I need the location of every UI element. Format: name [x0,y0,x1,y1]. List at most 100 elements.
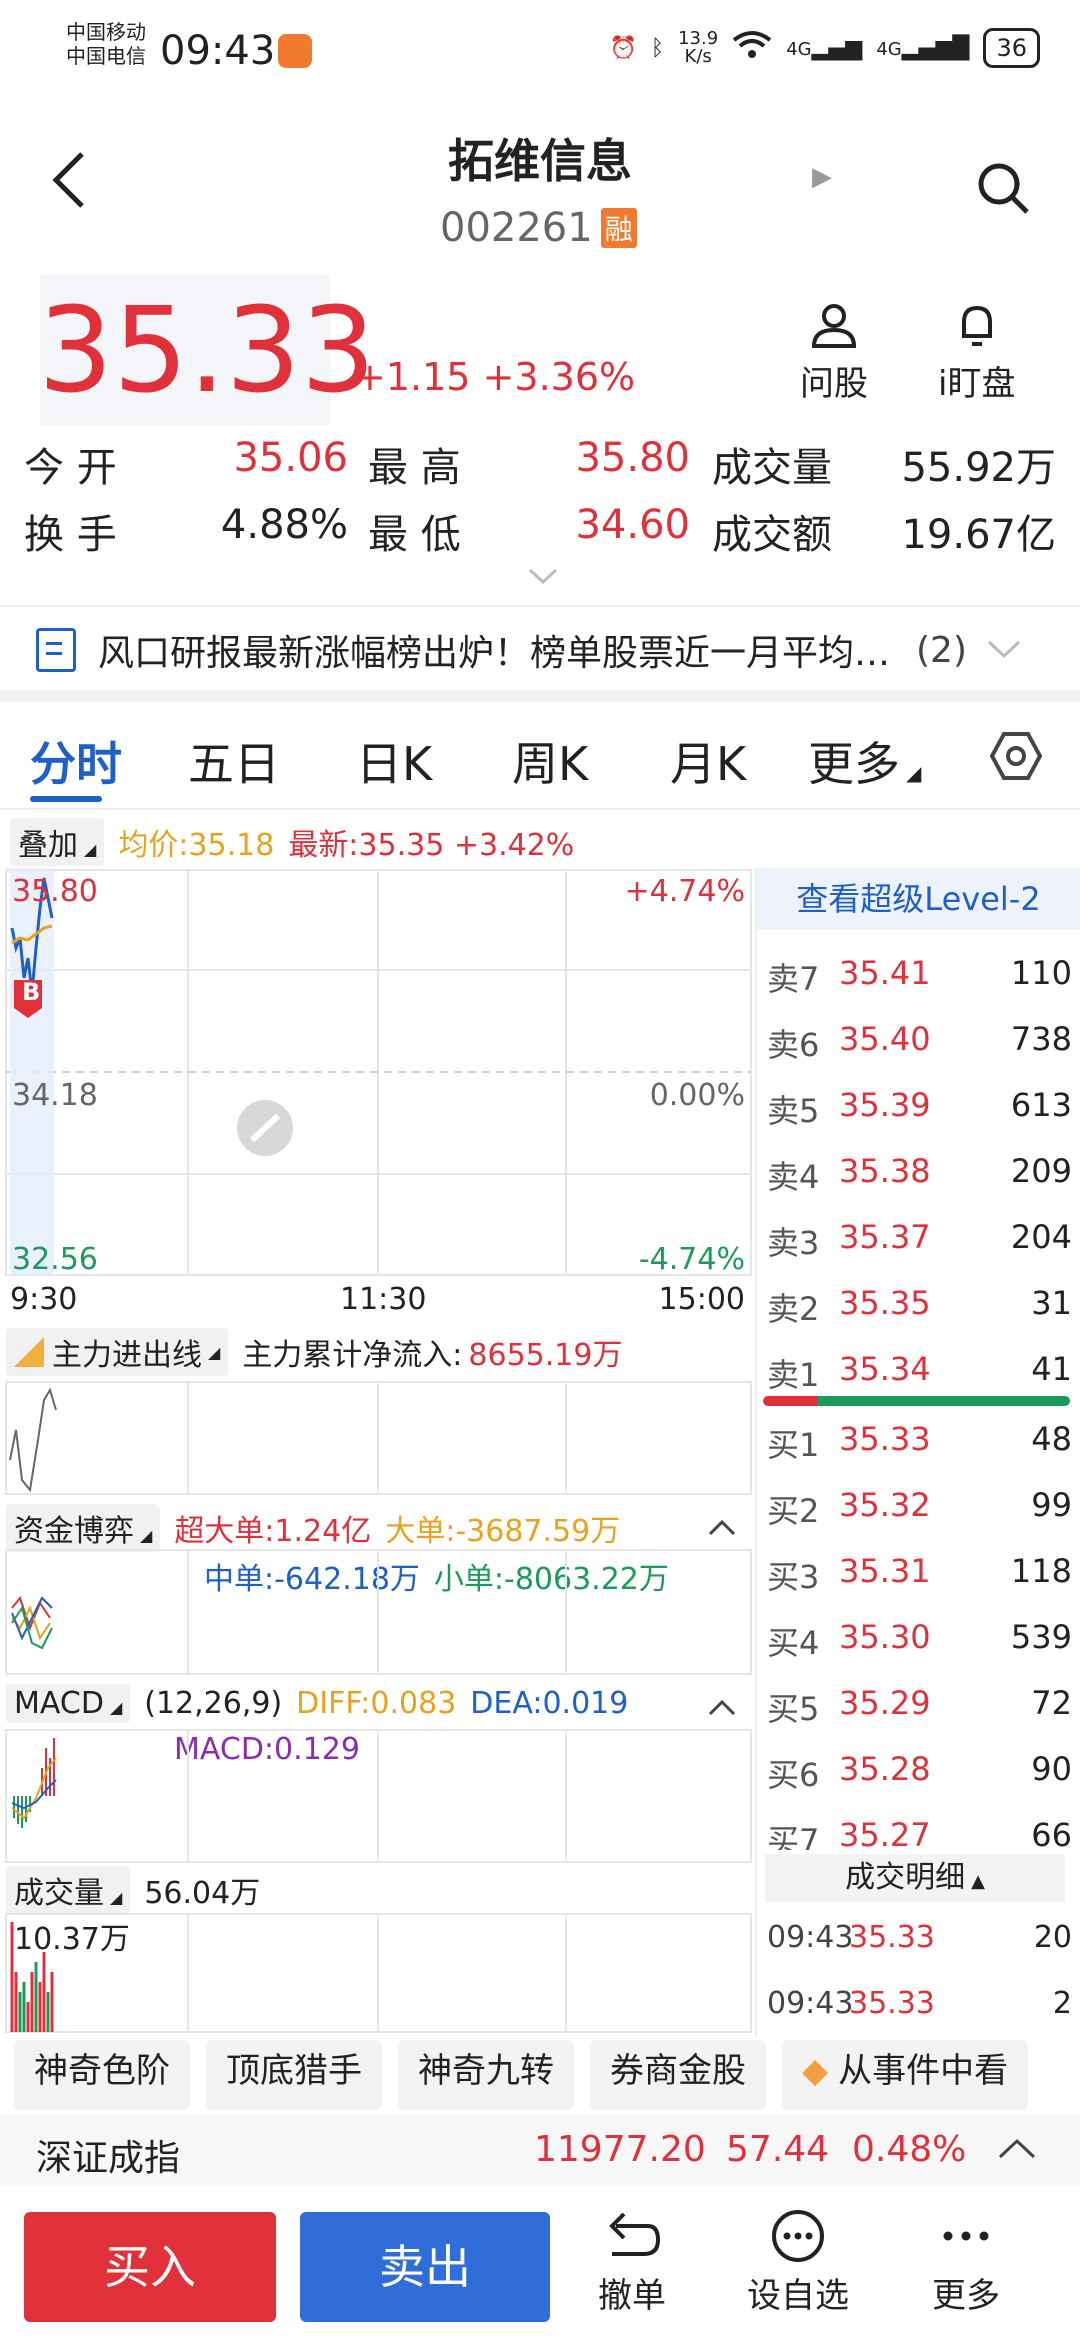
tab-more[interactable]: 更多 ◢ [808,728,921,794]
watch-board-button[interactable]: i盯盘 [938,300,1015,405]
cancel-order-button[interactable]: 撤单 [562,2208,702,2317]
bid-row[interactable]: 买5 35.29 72 [767,1684,1072,1730]
buy-button[interactable]: 买入 [24,2212,276,2322]
collapse-macd-button[interactable] [708,1698,736,1716]
chevron-up-icon[interactable] [998,2137,1036,2161]
watch-board-label: i盯盘 [938,364,1016,404]
tab-monthly-k[interactable]: 月K [670,728,746,794]
level2-button[interactable]: 查看超级Level-2 [757,868,1080,930]
bid-row[interactable]: 买1 35.33 48 [767,1420,1072,1466]
fund-selector[interactable]: 资金博弈 ◢ [6,1504,161,1552]
net-speed: 13.9 K/s [678,28,719,67]
super-large-order: 超大单:1.24亿 [174,1514,372,1549]
tab-five-day[interactable]: 五日 [188,728,280,794]
battery-icon: 36 [983,28,1040,68]
ask-row[interactable]: 卖7 35.41 110 [767,954,1072,1000]
next-stock-arrow[interactable]: ▶ [812,162,832,192]
bid-row[interactable]: 买4 35.30 539 [767,1618,1072,1664]
chevron-down-icon [987,640,1021,659]
search-button[interactable] [975,160,1031,216]
amount-label: 成交额 [712,512,832,558]
main-flow-legend: 主力进出线 ◢ 主力累计净流入: 8655.19万 [6,1328,622,1376]
stock-title: 拓维信息 [448,134,632,188]
settings-icon[interactable] [990,730,1042,782]
divider [755,868,757,2038]
search-icon [978,163,1029,214]
wifi-icon [732,30,772,66]
ask-stock-button[interactable]: 问股 [800,300,868,405]
amount-value: 19.67亿 [901,512,1056,558]
feature-tags: 神奇色阶 顶底猎手 神奇九转 券商金股 ◆ 从事件中看 [0,2040,1080,2110]
bluetooth-icon: ᛒ [650,35,665,61]
carrier-2: 中国电信 [66,44,146,68]
volume-label: 成交量 [712,445,832,491]
volume-value: 55.92万 [901,445,1056,491]
lightning-icon [14,1337,44,1367]
tag-broker-gold-stocks[interactable]: 券商金股 [590,2040,766,2110]
open-value: 35.06 [233,435,348,481]
divider [0,605,1080,607]
overlay-button[interactable]: 叠加 ◢ [10,818,105,866]
current-price: 35.33 [38,281,376,419]
fund-legend: 资金博弈 ◢ 超大单:1.24亿 大单:-3687.59万 [6,1504,620,1552]
news-banner[interactable]: 风口研报最新涨幅榜出炉！榜单股票近一月平均… (2) [36,625,1046,675]
avg-price-label: 均价:35.18 [118,828,275,863]
document-icon [36,628,76,672]
intraday-legend: 叠加 ◢ 均价:35.18 最新:35.35 +3.42% [10,818,574,866]
open-label: 今 开 [24,445,117,491]
volume-max: 10.37万 [14,1922,130,1957]
chart-watermark-icon [237,1100,293,1156]
main-flow-selector[interactable]: 主力进出线 ◢ [6,1328,229,1376]
alarm-icon: ⏰ [609,35,637,61]
latest-price-label: 最新:35.35 +3.42% [288,828,575,863]
macd-params: (12,26,9) [144,1686,283,1721]
trade-detail-header[interactable]: 成交明细 ▲ [765,1854,1065,1902]
tag-nine-turns[interactable]: 神奇九转 [398,2040,574,2110]
tab-intraday[interactable]: 分时 [30,728,122,794]
ask-row[interactable]: 卖4 35.38 209 [767,1152,1072,1198]
ask-row[interactable]: 卖3 35.37 204 [767,1218,1072,1264]
bid-row[interactable]: 买6 35.28 90 [767,1750,1072,1796]
signal-1-icon: 4G▂▄▆ [786,35,863,61]
ask-row[interactable]: 卖6 35.40 738 [767,1020,1072,1066]
add-watchlist-button[interactable]: 设自选 [728,2208,868,2317]
index-bar[interactable]: 深证成指 11977.20 57.44 0.48% [0,2115,1080,2185]
turnover-label: 换 手 [24,512,117,558]
macd-selector[interactable]: MACD ◢ [6,1684,131,1723]
tag-top-bottom-hunter[interactable]: 顶底猎手 [206,2040,382,2110]
sell-button[interactable]: 卖出 [300,2212,550,2322]
active-tab-indicator [30,796,102,802]
tab-weekly-k[interactable]: 周K [512,728,588,794]
index-value: 11977.20 [534,2129,706,2170]
intraday-chart[interactable] [0,868,755,1288]
collapse-fund-button[interactable] [708,1518,736,1536]
carrier-1: 中国移动 [66,20,146,44]
volume-selector[interactable]: 成交量 ◢ [6,1866,131,1914]
bid-row[interactable]: 买3 35.31 118 [767,1552,1072,1598]
bid-row[interactable]: 买2 35.32 99 [767,1486,1072,1532]
macd-dea: DEA:0.019 [470,1686,629,1721]
tag-color-scale[interactable]: 神奇色阶 [14,2040,190,2110]
main-flow-net-value: 8655.19万 [468,1338,623,1373]
more-button[interactable]: 更多 [896,2208,1036,2317]
main-flow-line [9,1387,57,1493]
ask-row[interactable]: 卖5 35.39 613 [767,1086,1072,1132]
expand-stats-button[interactable] [528,560,558,593]
low-label: 最 低 [368,512,461,558]
trade-row: 09:43 35.33 20 [767,1920,1072,1955]
high-value: 35.80 [575,435,690,481]
tag-event-view[interactable]: ◆ 从事件中看 [782,2040,1029,2110]
fund-chart[interactable] [0,1548,755,1678]
pct-axis-top: +4.74% [624,874,745,909]
bid-row[interactable]: 买7 35.27 66 [767,1816,1072,1850]
chart-panel: 叠加 ◢ 均价:35.18 最新:35.35 +3.42% B 35.80 +4.… [0,810,755,2035]
current-time-highlight [10,870,54,1275]
tab-daily-k[interactable]: 日K [356,728,432,794]
ask-row[interactable]: 卖2 35.35 31 [767,1284,1072,1330]
x-axis-end: 15:00 [658,1282,745,1317]
main-flow-chart[interactable] [0,1380,755,1498]
ask-row[interactable]: 卖1 35.34 41 [767,1350,1072,1396]
high-label: 最 高 [368,445,461,491]
macd-chart[interactable] [0,1728,755,1868]
status-icons: ⏰ ᛒ 13.9 K/s 4G▂▄▆ 4G▂▄▆█ 36 [609,28,1040,68]
